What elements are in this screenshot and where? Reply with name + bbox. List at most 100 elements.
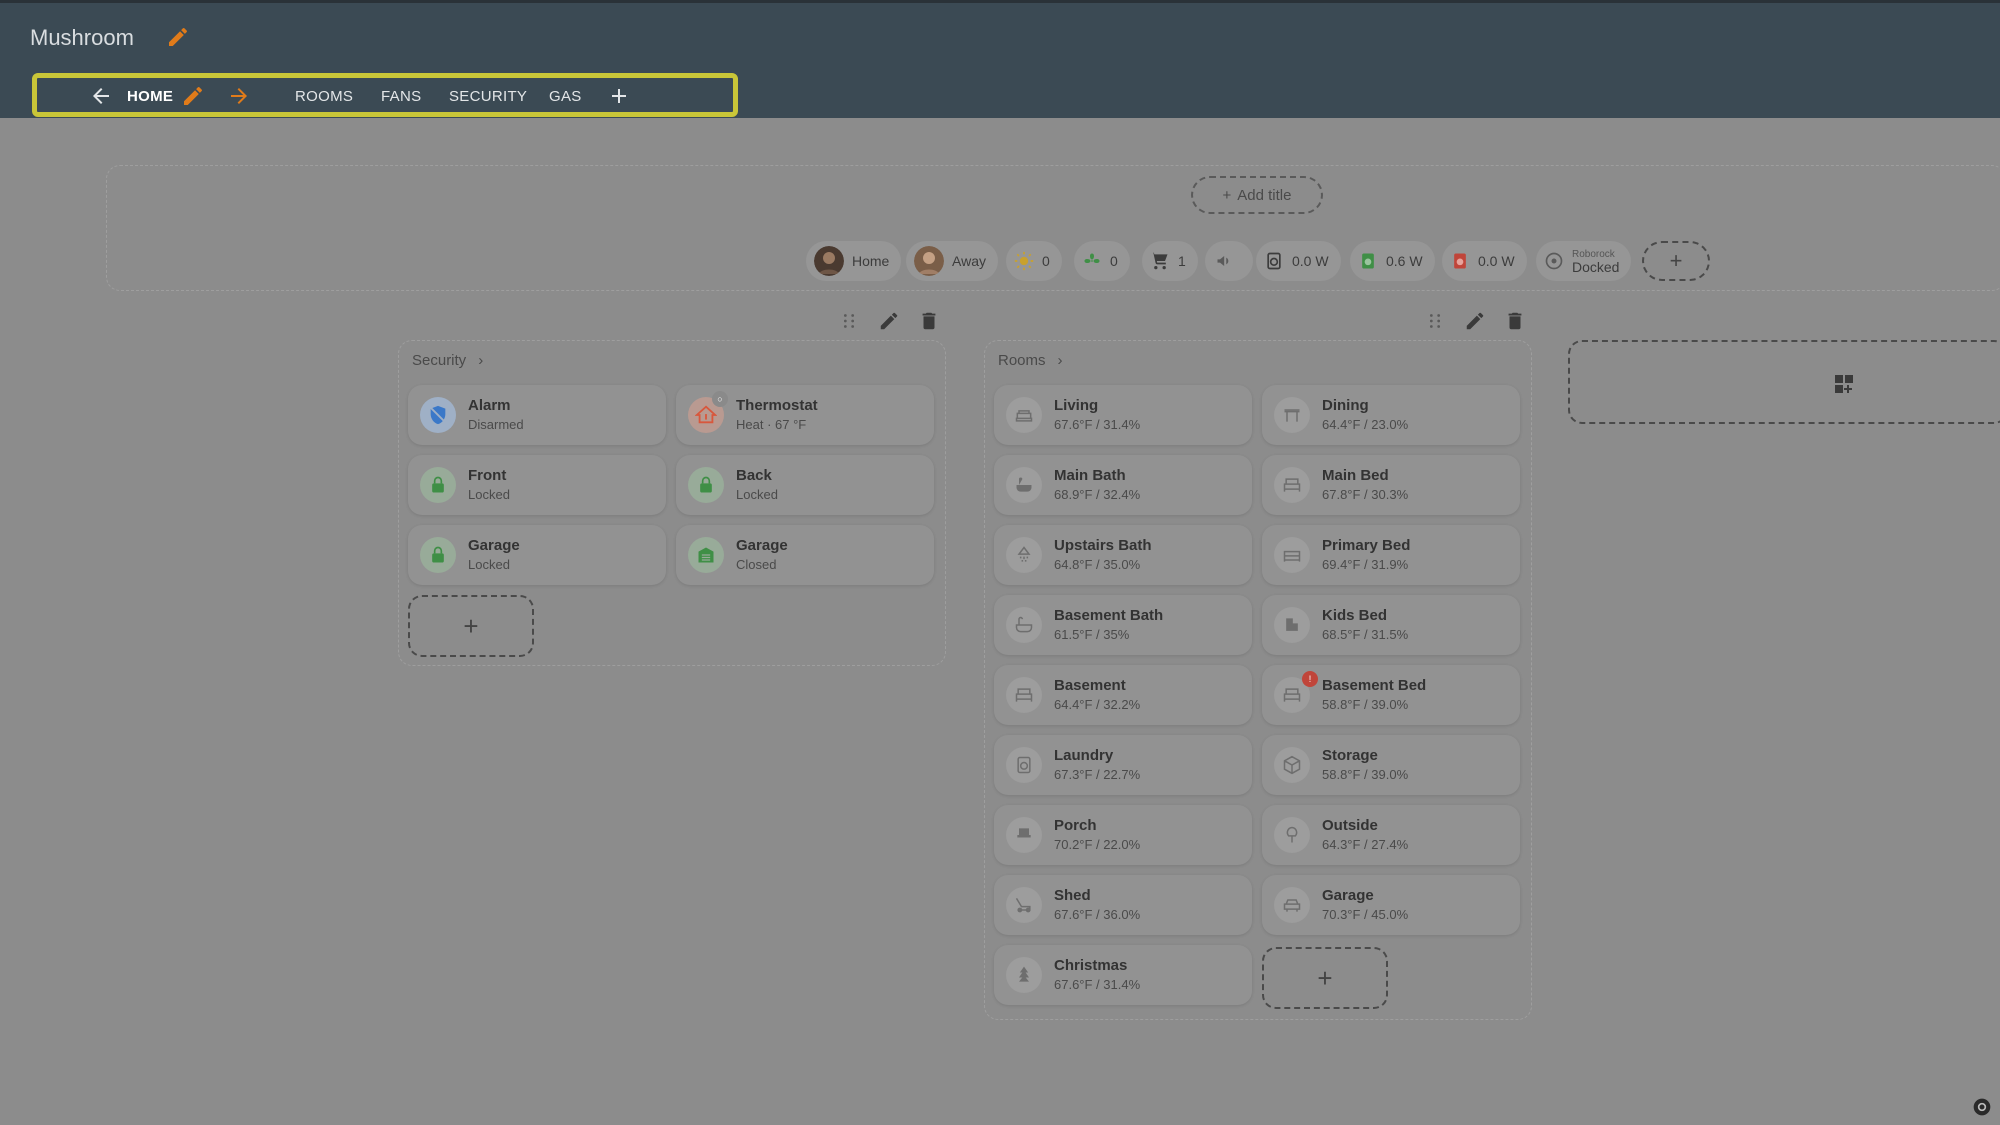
tile-back-lock[interactable]: Back Locked <box>676 455 934 515</box>
tile-name: Basement <box>1054 677 1126 694</box>
king-bed-icon <box>1274 537 1310 573</box>
tile-room-outside[interactable]: Outside 64.3°F / 27.4% <box>1262 805 1520 865</box>
tile-thermostat[interactable]: ○ Thermostat Heat · 67 °F <box>676 385 934 445</box>
tile-state: 61.5°F / 35% <box>1054 627 1130 642</box>
sofa-icon <box>1006 397 1042 433</box>
move-right-arrow-icon[interactable] <box>227 84 251 108</box>
add-chip-button[interactable]: + <box>1642 241 1710 281</box>
tile-room-basement-bath[interactable]: Basement Bath 61.5°F / 35% <box>994 595 1252 655</box>
tile-name: Porch <box>1054 817 1097 834</box>
tile-room-garage[interactable]: Garage 70.3°F / 45.0% <box>1262 875 1520 935</box>
chip-label: Home <box>852 253 890 269</box>
chip-power-washer[interactable]: 0.0 W <box>1256 241 1341 281</box>
tile-garage-lock[interactable]: Garage Locked <box>408 525 666 585</box>
tile-garage-door[interactable]: Garage Closed <box>676 525 934 585</box>
tile-state: 58.8°F / 39.0% <box>1322 697 1409 712</box>
tile-room-living[interactable]: Living 67.6°F / 31.4% <box>994 385 1252 445</box>
edit-card-pencil-icon[interactable] <box>1464 310 1486 332</box>
tile-state: 64.4°F / 32.2% <box>1054 697 1141 712</box>
chip-label: 1 <box>1178 253 1186 269</box>
tile-name: Front <box>468 467 507 484</box>
chip-fans[interactable]: 0 <box>1074 241 1130 281</box>
tile-front-lock[interactable]: Front Locked <box>408 455 666 515</box>
tab-security[interactable]: SECURITY <box>449 88 527 105</box>
chip-power-dishwasher[interactable]: 0.0 W <box>1442 241 1527 281</box>
drag-handle-icon[interactable] <box>1424 310 1446 332</box>
top-app-bar: Mushroom HOME ROOMS FANS SECURITY GAS <box>0 0 2000 118</box>
add-title-button[interactable]: + Add title <box>1191 176 1323 214</box>
tile-room-basement[interactable]: Basement 64.4°F / 32.2% <box>994 665 1252 725</box>
add-security-tile-button[interactable]: + <box>408 595 534 657</box>
dashboard-title: Mushroom <box>30 25 134 50</box>
tile-name: Garage <box>468 537 520 554</box>
chip-person-away[interactable]: Away <box>906 241 998 281</box>
rooms-card-toolbar <box>1424 310 1526 332</box>
tile-alarm[interactable]: Alarm Disarmed <box>408 385 666 445</box>
tile-room-kids-bed[interactable]: Kids Bed 68.5°F / 31.5% <box>1262 595 1520 655</box>
move-left-arrow-icon[interactable] <box>89 84 113 108</box>
chevron-right-icon: › <box>478 352 484 369</box>
tile-name: Christmas <box>1054 957 1128 974</box>
tile-name: Kids Bed <box>1322 607 1388 624</box>
tile-room-dining[interactable]: Dining 64.4°F / 23.0% <box>1262 385 1520 445</box>
tile-name: Living <box>1054 397 1099 414</box>
tile-room-christmas[interactable]: Christmas 67.6°F / 31.4% <box>994 945 1252 1005</box>
delete-card-trash-icon[interactable] <box>1504 310 1526 332</box>
lock-icon <box>688 467 724 503</box>
tile-state: 67.6°F / 31.4% <box>1054 417 1141 432</box>
tile-room-storage[interactable]: Storage 58.8°F / 39.0% <box>1262 735 1520 795</box>
add-room-tile-button[interactable]: + <box>1262 947 1388 1009</box>
tile-room-main-bed[interactable]: Main Bed 67.8°F / 30.3% <box>1262 455 1520 515</box>
tab-home[interactable]: HOME <box>127 88 173 105</box>
drag-handle-icon[interactable] <box>838 310 860 332</box>
tile-state: Locked <box>468 487 510 502</box>
tile-state: 70.3°F / 45.0% <box>1322 907 1409 922</box>
settings-gear-icon[interactable] <box>1972 1097 1992 1117</box>
chip-vacuum-text: Roborock Docked <box>1572 249 1619 274</box>
tile-room-shed[interactable]: Shed 67.6°F / 36.0% <box>994 875 1252 935</box>
rooms-header[interactable]: Rooms › <box>998 352 1063 369</box>
delete-card-trash-icon[interactable] <box>918 310 940 332</box>
tile-room-main-bath[interactable]: Main Bath 68.9°F / 32.4% <box>994 455 1252 515</box>
chip-shopping[interactable]: 1 <box>1142 241 1198 281</box>
chip-label: 0.0 W <box>1478 253 1515 269</box>
chip-vacuum[interactable]: Roborock Docked <box>1536 241 1632 281</box>
add-view-plus-icon[interactable] <box>607 84 631 108</box>
chip-announce[interactable] <box>1205 241 1253 281</box>
edit-card-pencil-icon[interactable] <box>878 310 900 332</box>
tile-room-upstairs-bath[interactable]: Upstairs Bath 64.8°F / 35.0% <box>994 525 1252 585</box>
security-header[interactable]: Security › <box>412 352 483 369</box>
bunk-bed-icon <box>1274 607 1310 643</box>
tile-room-basement-bed[interactable]: ! Basement Bed 58.8°F / 39.0% <box>1262 665 1520 725</box>
rooms-title: Rooms <box>998 352 1046 369</box>
tile-room-porch[interactable]: Porch 70.2°F / 22.0% <box>994 805 1252 865</box>
washing-machine-icon <box>1006 747 1042 783</box>
lawn-mower-icon <box>1006 887 1042 923</box>
add-card-button[interactable] <box>1568 340 2000 424</box>
chip-label: 0 <box>1042 253 1050 269</box>
tile-state: Locked <box>736 487 778 502</box>
table-icon <box>1274 397 1310 433</box>
tile-state: Disarmed <box>468 417 524 432</box>
chip-power-dryer[interactable]: 0.6 W <box>1350 241 1435 281</box>
robot-vacuum-icon <box>1545 252 1563 270</box>
lock-icon <box>420 467 456 503</box>
tile-room-primary-bed[interactable]: Primary Bed 69.4°F / 31.9% <box>1262 525 1520 585</box>
tab-fans[interactable]: FANS <box>381 88 421 105</box>
tile-state: 68.5°F / 31.5% <box>1322 627 1409 642</box>
edit-title-pencil-icon[interactable] <box>166 25 190 49</box>
tab-rooms[interactable]: ROOMS <box>295 88 353 105</box>
chip-person-home[interactable]: Home <box>806 241 902 281</box>
tile-name: Basement Bed <box>1322 677 1427 694</box>
tile-room-laundry[interactable]: Laundry 67.3°F / 22.7% <box>994 735 1252 795</box>
tab-gas[interactable]: GAS <box>549 88 582 105</box>
fan-icon <box>1084 253 1100 263</box>
tile-state: 67.3°F / 22.7% <box>1054 767 1141 782</box>
plus-icon: + <box>1669 248 1683 273</box>
bed-icon <box>1274 467 1310 503</box>
bathtub-outline-icon <box>1006 607 1042 643</box>
tile-state: 68.9°F / 32.4% <box>1054 487 1141 502</box>
lightbulb-icon <box>1014 251 1034 271</box>
edit-view-pencil-icon[interactable] <box>181 84 205 108</box>
chip-lights[interactable]: 0 <box>1006 241 1062 281</box>
